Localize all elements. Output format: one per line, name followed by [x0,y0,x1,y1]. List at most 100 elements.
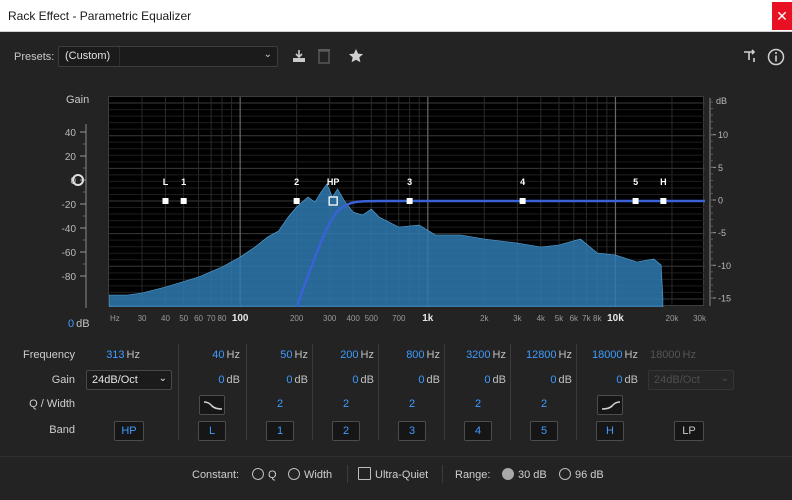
low-shelf-shape-icon[interactable] [199,395,225,415]
chevron-down-icon: ⌄ [263,49,272,60]
eq-graph-canvas[interactable]: L 1 2 HP 3 4 5 H [109,97,705,307]
frequency-axis: Hz 30 40 50 60 70 80 100 200 300 400 500 700 1k 2k 3k 4k… [110,313,707,324]
gain-readout[interactable]: 0 dB [68,318,90,330]
band-H-gain[interactable]: 0 dB [580,374,638,386]
eq-node-label: 4 [520,177,525,187]
close-icon[interactable]: ✕ [772,2,792,30]
band-gain-value: 0 [616,374,623,386]
band-button-4[interactable]: 4 [464,421,492,441]
band-button-2[interactable]: 2 [332,421,360,441]
band-1-frequency[interactable]: 50 Hz [250,349,308,361]
eq-node-label: 5 [633,177,638,187]
band-column-divider [576,344,577,440]
band-2-frequency[interactable]: 200 Hz [316,349,374,361]
eq-node-4[interactable] [519,198,526,204]
eq-node-H[interactable] [660,198,667,204]
eq-node-2[interactable] [293,198,300,204]
frequency-tick-label: 2k [480,314,489,323]
gain-readout-value: 0 [68,318,75,330]
band-frequency-value: 3200 [466,349,491,361]
high-shelf-shape-icon[interactable] [597,395,623,415]
band-4-gain[interactable]: 0 dB [448,374,506,386]
band-button-5[interactable]: 5 [530,421,558,441]
constant-width-label: Width [304,469,333,481]
gain-readout-unit: dB [76,318,90,330]
band-column-divider [510,344,511,440]
ultra-quiet-checkbox[interactable] [358,467,371,480]
band-3-gain[interactable]: 0 dB [382,374,440,386]
band-button-3[interactable]: 3 [398,421,426,441]
eq-node-L[interactable] [162,198,169,204]
band-1-gain[interactable]: 0 dB [250,374,308,386]
band-2-gain[interactable]: 0 dB [316,374,374,386]
preset-dropdown[interactable]: (Custom) ⌄ [58,46,278,67]
download-preset-icon[interactable] [290,48,308,66]
right-db-axis: dB 10 5 0 -5 -10 -15 [709,96,731,306]
favorite-star-icon[interactable] [347,48,365,66]
band-gain-value: 0 [352,374,359,386]
right-axis-tick-label: 5 [718,163,723,173]
frequency-tick-label: 500 [365,314,379,323]
frequency-row-label: Frequency [23,349,75,361]
band-button-lp[interactable]: LP [674,421,704,441]
band-L-gain[interactable]: 0 dB [182,374,240,386]
band-button-1[interactable]: 1 [266,421,294,441]
constant-q-radio[interactable] [252,468,264,480]
eq-node-label: L [163,177,169,187]
range-30db-radio[interactable] [502,468,514,480]
frequency-tick-label: 200 [290,314,304,323]
ultra-quiet-label: Ultra-Quiet [375,469,429,481]
band-column-divider [378,344,379,440]
band-5-frequency[interactable]: 12800 Hz [514,349,572,361]
band-frequency-unit: Hz [492,349,506,361]
presets-label: Presets: [14,51,55,63]
band-4-frequency[interactable]: 3200 Hz [448,349,506,361]
delete-preset-icon[interactable] [315,48,333,66]
range-label: Range: [455,469,491,481]
eq-node-3[interactable] [406,198,413,204]
right-axis-tick-label: 0 [718,196,723,206]
hp-slope-value: 24dB/Oct [92,374,138,386]
band-L-frequency[interactable]: 40 Hz [182,349,240,361]
options-footer: Constant: Q Width Ultra-Quiet Range: 30 … [0,456,792,496]
frequency-tick-label: 40 [161,314,170,323]
band-button-hp[interactable]: HP [114,421,144,441]
band-column-divider [246,344,247,440]
right-axis-tick-label: 10 [718,130,728,140]
band-5-q[interactable]: 2 [524,398,564,410]
band-3-q[interactable]: 2 [392,398,432,410]
hp-frequency[interactable]: 313 Hz [98,349,140,361]
band-5-gain[interactable]: 0 dB [514,374,572,386]
footer-separator [442,465,443,483]
hp-slope-dropdown[interactable]: 24dB/Oct ⌄ [86,370,172,390]
band-gain-value: 0 [286,374,293,386]
band-button-L[interactable]: L [198,421,226,441]
constant-width-radio[interactable] [288,468,300,480]
band-1-q[interactable]: 2 [260,398,300,410]
band-column-divider [444,344,445,440]
chevron-down-icon: ⌄ [720,373,729,384]
routing-icon[interactable] [741,48,759,66]
band-H-frequency[interactable]: 18000 Hz [580,349,638,361]
eq-node-label: 3 [407,177,412,187]
info-icon[interactable] [767,48,785,66]
band-gain-unit: dB [294,374,308,386]
band-button-H[interactable]: H [596,421,624,441]
frequency-tick-label: 6k [570,314,579,323]
band-4-q[interactable]: 2 [458,398,498,410]
hp-frequency-value: 313 [106,349,125,361]
frequency-tick-label: 80 [218,314,227,323]
band-gain-value: 0 [550,374,557,386]
hp-frequency-unit: Hz [126,349,140,361]
band-2-q[interactable]: 2 [326,398,366,410]
band-frequency-value: 18000 [591,349,623,361]
lp-slope-dropdown: 24dB/Oct ⌄ [648,370,734,390]
band-3-frequency[interactable]: 800 Hz [382,349,440,361]
eq-node-1[interactable] [180,198,187,204]
range-96db-radio[interactable] [559,468,571,480]
frequency-tick-label: 50 [179,314,188,323]
eq-node-5[interactable] [632,198,639,204]
eq-graph[interactable]: L 1 2 HP 3 4 5 H [108,96,705,307]
footer-separator [347,465,348,483]
frequency-tick-label: 30k [693,314,707,323]
